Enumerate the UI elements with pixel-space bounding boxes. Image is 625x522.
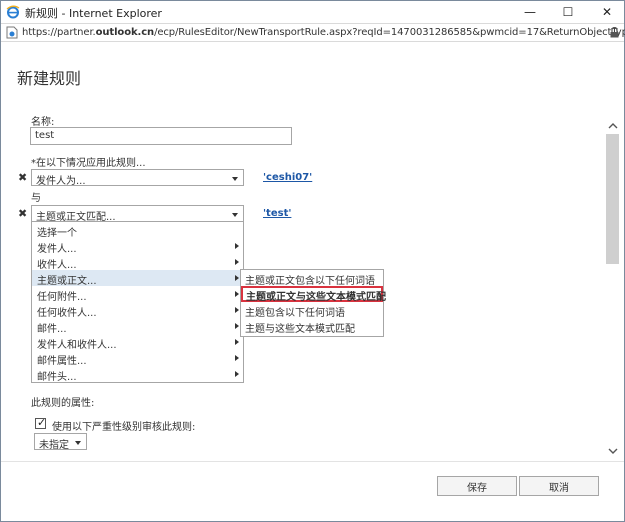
check-icon: ✓ — [37, 416, 47, 429]
menu-item-sender-and-recipient[interactable]: 发件人和收件人... — [32, 334, 243, 351]
condition-1-value-link[interactable]: 'ceshi07' — [263, 172, 312, 183]
minimize-icon: — — [524, 5, 536, 19]
chevron-right-icon — [235, 243, 239, 249]
close-icon: ✕ — [601, 5, 613, 19]
condition-2-value-link[interactable]: 'test' — [263, 208, 291, 219]
address-bar[interactable]: https://partner.outlook.cn/ecp/RulesEdit… — [1, 23, 625, 42]
chevron-right-icon — [235, 323, 239, 329]
menu-item-message-header[interactable]: 邮件头... — [32, 366, 243, 383]
url-domain: outlook.cn — [95, 27, 155, 38]
lock-icon — [610, 27, 619, 38]
save-button[interactable]: 保存 — [437, 476, 517, 496]
scroll-up-icon[interactable] — [607, 121, 619, 131]
severity-select-value: 未指定 — [39, 440, 69, 451]
close-button[interactable]: ✕ — [592, 1, 622, 23]
remove-condition-2-icon[interactable]: ✖ — [18, 207, 27, 220]
internet-explorer-icon — [6, 5, 20, 19]
chevron-down-icon — [232, 213, 238, 217]
maximize-button[interactable]: ☐ — [553, 1, 583, 23]
submenu-item-matches-patterns[interactable]: 主题或正文与这些文本模式匹配 — [241, 286, 386, 303]
chevron-right-icon — [235, 371, 239, 377]
cancel-button-label: 取消 — [549, 482, 569, 494]
scroll-down-icon[interactable] — [607, 446, 619, 456]
scrollbar-thumb[interactable] — [606, 134, 619, 264]
menu-item-any-attachment[interactable]: 任何附件... — [32, 286, 243, 303]
submenu-item-subject-contains-words[interactable]: 主题包含以下任何词语 — [241, 302, 383, 319]
menu-item-message[interactable]: 邮件... — [32, 318, 243, 335]
menu-item-recipient[interactable]: 收件人... — [32, 254, 243, 271]
browser-window: 新规则 - Internet Explorer — ☐ ✕ https://pa… — [0, 0, 625, 522]
page-icon — [6, 26, 18, 39]
menu-item-subject-or-body[interactable]: 主题或正文... — [32, 270, 243, 287]
save-button-label: 保存 — [467, 482, 487, 494]
minimize-button[interactable]: — — [515, 1, 545, 23]
subject-or-body-submenu: 主题或正文包含以下任何词语 主题或正文与这些文本模式匹配 主题包含以下任何词语 … — [240, 269, 386, 337]
name-input[interactable]: test — [30, 127, 292, 145]
chevron-right-icon — [235, 291, 239, 297]
menu-item-message-properties[interactable]: 邮件属性... — [32, 350, 243, 367]
submenu-item-contains-words[interactable]: 主题或正文包含以下任何词语 — [241, 270, 383, 287]
name-label: 名称: — [31, 117, 55, 128]
condition-1-select[interactable]: 发件人为... — [31, 169, 244, 187]
condition-dropdown-menu: 选择一个 发件人... 收件人... 主题或正文... 任何附件... 任何收件… — [31, 221, 244, 383]
url-path: /ecp/RulesEditor/NewTransportRule.aspx?r… — [154, 27, 625, 38]
rule-editor-page: 新建规则 名称: test *在以下情况应用此规则... ✖ 发件人为... '… — [1, 43, 624, 521]
window-title: 新规则 - Internet Explorer — [25, 7, 162, 20]
url-prefix: https://partner. — [22, 27, 96, 38]
menu-item-sender[interactable]: 发件人... — [32, 238, 243, 255]
footer-divider — [1, 461, 624, 462]
cancel-button[interactable]: 取消 — [519, 476, 599, 496]
audit-label: 使用以下严重性级别审核此规则: — [52, 422, 196, 433]
audit-checkbox[interactable]: ✓ — [35, 416, 47, 429]
condition-1-select-value: 发件人为... — [36, 176, 86, 187]
address-url[interactable]: https://partner.outlook.cn/ecp/RulesEdit… — [22, 27, 625, 38]
maximize-icon: ☐ — [562, 5, 574, 19]
chevron-right-icon — [235, 355, 239, 361]
page-title: 新建规则 — [17, 69, 82, 88]
condition-2-select[interactable]: 主题或正文匹配... — [31, 205, 244, 223]
chevron-right-icon — [235, 307, 239, 313]
properties-label: 此规则的属性: — [31, 398, 95, 409]
chevron-right-icon — [235, 339, 239, 345]
remove-condition-1-icon[interactable]: ✖ — [18, 171, 27, 184]
apply-if-label: *在以下情况应用此规则... — [31, 158, 146, 169]
menu-item-label: 邮件头... — [37, 372, 77, 383]
chevron-right-icon — [235, 275, 239, 281]
chevron-down-icon — [75, 441, 81, 445]
menu-item-any-recipient[interactable]: 任何收件人... — [32, 302, 243, 319]
chevron-down-icon — [232, 177, 238, 181]
and-label: 与 — [31, 193, 41, 204]
title-bar: 新规则 - Internet Explorer — ☐ ✕ — [1, 1, 624, 23]
chevron-right-icon — [235, 259, 239, 265]
menu-item-choose-one[interactable]: 选择一个 — [32, 222, 243, 239]
submenu-item-subject-matches-patterns[interactable]: 主题与这些文本模式匹配 — [241, 318, 383, 335]
severity-select[interactable]: 未指定 — [34, 433, 87, 451]
